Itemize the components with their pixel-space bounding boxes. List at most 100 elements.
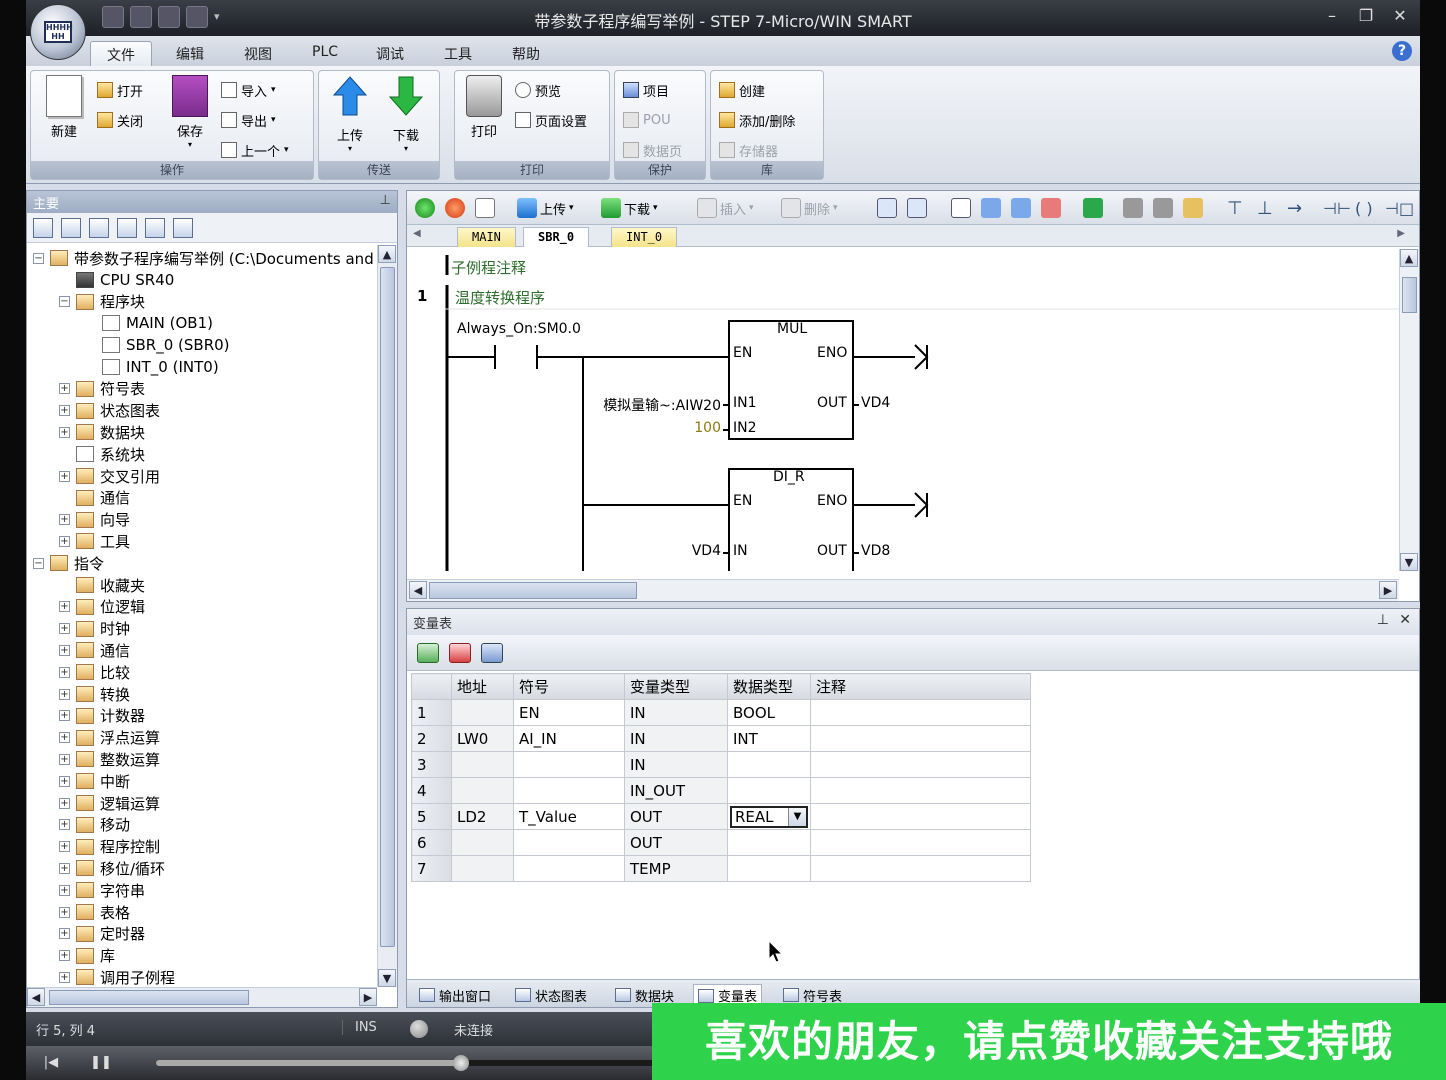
address-cell[interactable] (451, 699, 514, 726)
tree-node[interactable]: + 移动 (59, 814, 130, 836)
pin-icon[interactable]: ⊥ (1377, 612, 1389, 628)
mul-out-operand[interactable]: VD4 (861, 395, 890, 411)
editor-vertical-scrollbar[interactable]: ▲ ▼ (1399, 249, 1419, 571)
expand-icon[interactable]: + (59, 884, 70, 896)
minimize-button[interactable]: – (1320, 4, 1344, 28)
print-button[interactable]: 打印 (459, 75, 509, 140)
scroll-left-icon[interactable]: ◀ (27, 988, 45, 1006)
expand-icon[interactable]: + (59, 666, 70, 678)
expand-icon[interactable]: + (59, 971, 70, 983)
restore-button[interactable]: ❐ (1354, 4, 1378, 28)
chevron-down-icon[interactable]: ▼ (788, 807, 806, 826)
insert-button[interactable]: 插入 ▾ (697, 197, 754, 219)
network-edit-button[interactable] (907, 197, 927, 219)
tab-main[interactable]: MAIN (457, 227, 516, 247)
scroll-thumb[interactable] (1402, 277, 1417, 313)
variable-type-cell[interactable]: OUT (624, 829, 728, 856)
symbol-cell[interactable] (513, 855, 625, 882)
page-setup-button[interactable]: 页面设置 (515, 109, 587, 131)
tree-node[interactable]: INT_0 (INT0) (85, 356, 219, 378)
tree-node[interactable]: 系统块 (59, 443, 145, 465)
comment-cell[interactable] (810, 803, 1031, 830)
protect-pou-button[interactable]: POU (623, 109, 671, 131)
tree-node[interactable]: + 符号表 (59, 378, 145, 400)
communication-icon[interactable] (173, 218, 193, 238)
tree-node[interactable]: + 库 (59, 945, 115, 967)
insert-row-icon[interactable] (417, 643, 439, 663)
expand-icon[interactable]: + (59, 405, 70, 417)
library-memory-button[interactable]: 存储器 (719, 139, 778, 161)
comment-cell[interactable] (810, 751, 1031, 778)
tree-node[interactable]: − 指令 (33, 552, 104, 574)
tree-node[interactable]: + 字符串 (59, 879, 145, 901)
expand-icon[interactable]: + (59, 644, 70, 656)
save-dropdown-icon[interactable]: ▾ (165, 140, 215, 149)
contact-operand[interactable]: Always_On:SM0.0 (457, 321, 581, 337)
tab-edit[interactable]: 编辑 (160, 41, 220, 66)
expand-icon[interactable]: + (59, 470, 70, 482)
help-icon[interactable]: ? (1392, 41, 1412, 61)
expand-icon[interactable]: + (59, 535, 70, 547)
scroll-thumb[interactable] (49, 990, 249, 1005)
tree-node[interactable]: + 比较 (59, 661, 130, 683)
tree-node[interactable]: + 计数器 (59, 705, 145, 727)
skip-back-icon[interactable]: |◀ (38, 1053, 64, 1073)
symbol-table-icon[interactable] (61, 218, 81, 238)
add-remove-library-button[interactable]: 添加/删除 (719, 109, 795, 131)
variable-type-cell[interactable]: IN (624, 699, 728, 726)
symbol-cell[interactable] (513, 829, 625, 856)
tree-node[interactable]: + 时钟 (59, 618, 130, 640)
collapse-icon[interactable]: − (59, 296, 70, 308)
tree-node[interactable]: + 整数运算 (59, 748, 160, 770)
insert-coil-button[interactable]: ( ) (1355, 197, 1373, 219)
tab-file[interactable]: 文件 (90, 41, 152, 66)
editor-download-button[interactable]: 下载 ▾ (601, 197, 658, 219)
tree-node[interactable]: + 数据块 (59, 421, 145, 443)
goto-button[interactable] (1083, 197, 1103, 219)
expand-icon[interactable]: + (59, 775, 70, 787)
expand-icon[interactable]: + (59, 426, 70, 438)
tree-node[interactable]: + 向导 (59, 509, 130, 531)
tab-status-chart[interactable]: 状态图表 (511, 984, 591, 1006)
pin-icon[interactable]: ⊥ (380, 193, 391, 208)
compile-button[interactable] (475, 197, 495, 219)
column-header-var-type[interactable]: 变量类型 (624, 673, 728, 700)
editor-upload-button[interactable]: 上传 ▾ (517, 197, 574, 219)
tree-node[interactable]: + 调用子例程 (59, 966, 175, 987)
network-title[interactable]: 温度转换程序 (455, 287, 545, 308)
variable-type-cell[interactable]: IN (624, 725, 728, 752)
tab-plc[interactable]: PLC (296, 41, 354, 66)
lock-button[interactable] (1123, 197, 1143, 219)
column-header-comment[interactable]: 注释 (810, 673, 1031, 700)
next-bookmark-button[interactable] (1011, 197, 1031, 219)
tree-node[interactable]: + 程序控制 (59, 836, 160, 858)
column-header-address[interactable]: 地址 (451, 673, 514, 700)
seek-bar[interactable] (156, 1055, 656, 1071)
column-header-data-type[interactable]: 数据类型 (727, 673, 811, 700)
tree-node[interactable]: + 工具 (59, 530, 130, 552)
comment-cell[interactable] (810, 829, 1031, 856)
scroll-right-icon[interactable]: ▶ (1379, 581, 1397, 599)
comment-cell[interactable] (810, 777, 1031, 804)
upload-button[interactable]: 上传 ▾ (325, 75, 375, 153)
tree-node[interactable]: + 位逻辑 (59, 596, 145, 618)
address-cell[interactable] (451, 777, 514, 804)
mul-in1-operand[interactable]: 模拟量输~:AIW20 (603, 395, 721, 415)
expand-icon[interactable]: + (59, 841, 70, 853)
symbol-cell[interactable] (513, 751, 625, 778)
table-row[interactable]: 2 LW0 AI_IN IN INT (411, 725, 1031, 752)
tab-scroll-left-icon[interactable]: ◀ (413, 228, 421, 239)
collapse-icon[interactable]: − (33, 252, 44, 264)
pause-icon[interactable]: ❚❚ (88, 1053, 114, 1073)
run-button[interactable] (415, 197, 435, 219)
address-cell[interactable] (451, 855, 514, 882)
data-type-cell[interactable]: BOOL (727, 699, 811, 726)
protect-data-page-button[interactable]: 数据页 (623, 139, 682, 161)
symbol-cell[interactable]: EN (513, 699, 625, 726)
table-options-icon[interactable] (481, 643, 503, 663)
open-button[interactable]: 打开 (97, 79, 143, 101)
delete-button[interactable]: 删除 ▾ (781, 197, 838, 219)
tree-node[interactable]: + 中断 (59, 770, 130, 792)
address-cell[interactable] (451, 829, 514, 856)
expand-icon[interactable]: + (59, 514, 70, 526)
